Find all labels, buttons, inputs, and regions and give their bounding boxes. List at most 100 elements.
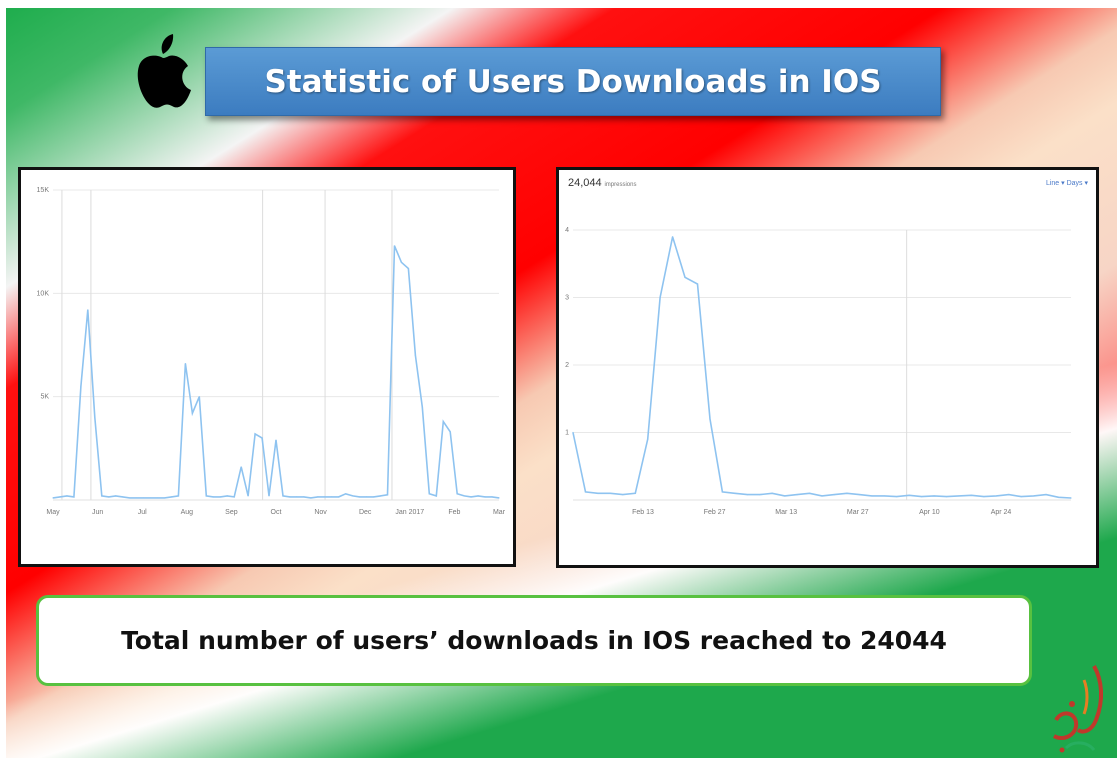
data-point [282,495,284,497]
data-point [205,495,207,497]
data-point [115,495,117,497]
data-point [771,492,773,494]
data-point [846,492,848,494]
data-point [400,261,403,263]
summary-text: Total number of users’ downloads in IOS … [121,626,947,655]
data-point [170,496,173,498]
data-point [491,496,493,498]
summary-box: Total number of users’ downloads in IOS … [36,595,1032,686]
data-point [746,494,748,496]
data-point [659,296,661,299]
data-point [254,433,256,435]
data-point [177,495,180,497]
x-tick-label: May [46,509,60,516]
data-point [240,466,242,468]
data-point [821,495,823,497]
data-point [428,493,430,495]
x-tick-label: Apr 10 [919,509,940,516]
data-point [945,496,948,498]
data-point [122,496,124,498]
data-point [442,420,444,423]
y-tick-label: 15K [37,187,50,194]
data-point [784,495,786,497]
data-point [721,491,723,493]
data-point [477,495,479,497]
data-point [87,309,89,311]
x-tick-label: Dec [359,509,372,516]
x-tick-label: Oct [271,509,282,516]
frame-left [0,0,6,758]
data-point [597,492,599,494]
data-point [1045,494,1047,496]
data-point [1033,495,1035,497]
data-point [73,496,75,498]
x-tick-label: Jun [92,509,103,516]
x-tick-label: Feb [448,509,460,516]
data-point [759,494,761,496]
frame-top [0,0,1117,8]
data-point [101,495,103,497]
y-tick-label: 4 [565,227,569,234]
data-point [414,354,416,356]
data-point [331,496,333,498]
data-point [80,385,82,387]
data-point [156,497,159,499]
data-point [59,496,61,498]
data-point [268,495,270,497]
data-point [622,494,624,496]
data-point [149,497,152,499]
data-point [108,496,110,498]
data-point [871,495,873,497]
x-tick-label: Feb 13 [632,509,654,516]
x-tick-label: Jan 2017 [395,509,424,516]
y-tick-label: 10K [37,290,50,297]
downloads-chart-monthly: 15K 10K 5K May Jun Jul Aug Sep Oct Nov Dec Jan 2017… [37,187,506,516]
data-point [498,497,500,499]
data-point [352,495,354,497]
data-point [970,494,972,496]
data-point [407,267,410,270]
apple-icon [137,34,191,108]
x-tick-label: Mar 27 [847,509,869,516]
data-point [908,494,910,496]
x-tick-label: Sep [225,509,238,516]
x-tick-label: Apr 24 [991,509,1012,516]
y-tick-label: 5K [40,394,49,401]
data-point [247,495,249,497]
data-point [142,497,145,499]
data-point [896,496,898,498]
x-tick-label: Mar 13 [775,509,797,516]
series-line [572,236,1072,499]
data-point [317,496,319,498]
y-tick-label: 3 [565,295,569,302]
data-point [456,493,458,495]
data-point [163,497,166,499]
x-tick-label: Nov [314,509,327,516]
data-point [647,438,649,440]
data-point [696,283,699,285]
data-point [1008,494,1010,496]
data-point [572,431,574,434]
data-point [365,496,368,498]
data-point [584,491,587,493]
data-point [1020,496,1022,498]
data-point [672,236,674,238]
data-point [734,492,736,494]
arabic-calligraphy-logo [1052,665,1103,753]
data-point [684,276,686,278]
data-point [94,416,96,418]
data-point [324,496,326,498]
data-point [609,492,611,494]
data-point [359,496,361,498]
right-chart-panel: 24,044 impressions Line ▾ Days ▾ 4 3 2 1 Feb… [556,167,1099,568]
data-point [833,494,836,496]
x-tick-label: Feb 27 [704,509,726,516]
y-tick-label: 2 [565,362,569,369]
data-point [345,493,347,495]
data-point [933,495,935,497]
data-point [296,496,298,498]
title-banner: Statistic of Users Downloads in IOS [205,47,941,116]
slide-title: Statistic of Users Downloads in IOS [264,63,882,100]
data-point [372,496,375,498]
data-point [995,495,997,497]
